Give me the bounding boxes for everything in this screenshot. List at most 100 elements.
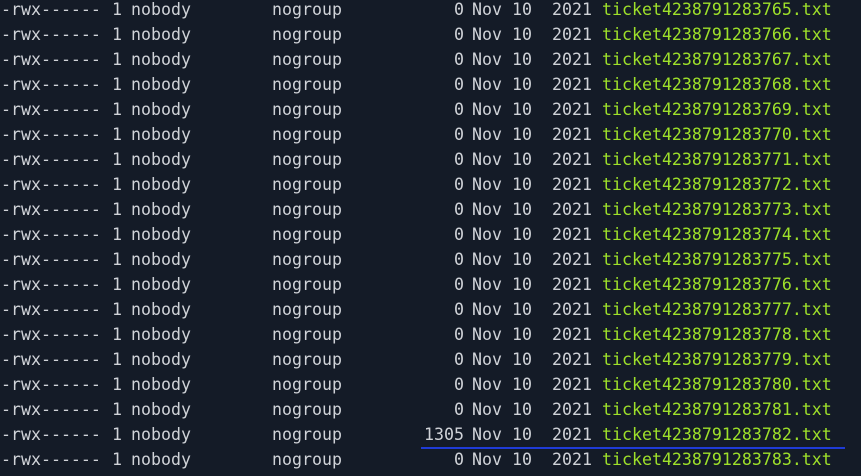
day: 10	[512, 75, 532, 94]
link-count: 1	[112, 100, 122, 119]
file-name: ticket4238791283783.txt	[602, 450, 832, 469]
file-size: 0	[454, 275, 464, 294]
owner: nobody	[131, 425, 191, 444]
day: 10	[512, 125, 532, 144]
month: Nov	[472, 350, 502, 369]
file-size: 0	[454, 25, 464, 44]
listing-row: -rwx------ 1 nobody nogroup 0 Nov 10 202…	[0, 122, 861, 147]
year: 2021	[552, 150, 592, 169]
owner: nobody	[131, 175, 191, 194]
day: 10	[512, 325, 532, 344]
year: 2021	[552, 375, 592, 394]
permissions: -rwx------	[1, 400, 101, 419]
year: 2021	[552, 400, 592, 419]
day: 10	[512, 450, 532, 469]
group: nogroup	[272, 50, 342, 69]
listing-row: -rwx------ 1 nobody nogroup 0 Nov 10 202…	[0, 447, 861, 472]
listing-row: -rwx------ 1 nobody nogroup 0 Nov 10 202…	[0, 72, 861, 97]
day: 10	[512, 25, 532, 44]
month: Nov	[472, 200, 502, 219]
file-size: 0	[454, 300, 464, 319]
day: 10	[512, 400, 532, 419]
link-count: 1	[112, 400, 122, 419]
month: Nov	[472, 275, 502, 294]
file-size: 0	[454, 375, 464, 394]
permissions: -rwx------	[1, 275, 101, 294]
file-size: 0	[454, 75, 464, 94]
file-name: ticket4238791283767.txt	[602, 50, 832, 69]
year: 2021	[552, 350, 592, 369]
file-size: 0	[454, 325, 464, 344]
month: Nov	[472, 125, 502, 144]
link-count: 1	[112, 450, 122, 469]
file-name: ticket4238791283781.txt	[602, 400, 832, 419]
year: 2021	[552, 450, 592, 469]
group: nogroup	[272, 150, 342, 169]
owner: nobody	[131, 325, 191, 344]
file-name: ticket4238791283780.txt	[602, 375, 832, 394]
month: Nov	[472, 450, 502, 469]
listing-row: -rwx------ 1 nobody nogroup 0 Nov 10 202…	[0, 297, 861, 322]
file-name: ticket4238791283774.txt	[602, 225, 832, 244]
file-size: 0	[454, 225, 464, 244]
month: Nov	[472, 325, 502, 344]
day: 10	[512, 225, 532, 244]
link-count: 1	[112, 150, 122, 169]
owner: nobody	[131, 250, 191, 269]
month: Nov	[472, 250, 502, 269]
file-size: 0	[454, 50, 464, 69]
link-count: 1	[112, 375, 122, 394]
group: nogroup	[272, 200, 342, 219]
group: nogroup	[272, 100, 342, 119]
permissions: -rwx------	[1, 450, 101, 469]
listing-row: -rwx------ 1 nobody nogroup 0 Nov 10 202…	[0, 197, 861, 222]
owner: nobody	[131, 200, 191, 219]
listing-row-highlighted: -rwx------ 1 nobody nogroup 1305 Nov 10 …	[0, 422, 861, 447]
listing-row: -rwx------ 1 nobody nogroup 0 Nov 10 202…	[0, 372, 861, 397]
year: 2021	[552, 125, 592, 144]
day: 10	[512, 50, 532, 69]
group: nogroup	[272, 125, 342, 144]
owner: nobody	[131, 0, 191, 19]
year: 2021	[552, 75, 592, 94]
owner: nobody	[131, 275, 191, 294]
listing-row: -rwx------ 1 nobody nogroup 0 Nov 10 202…	[0, 272, 861, 297]
owner: nobody	[131, 75, 191, 94]
file-name: ticket4238791283777.txt	[602, 300, 832, 319]
year: 2021	[552, 300, 592, 319]
group: nogroup	[272, 75, 342, 94]
owner: nobody	[131, 400, 191, 419]
listing-row: -rwx------ 1 nobody nogroup 0 Nov 10 202…	[0, 397, 861, 422]
year: 2021	[552, 250, 592, 269]
owner: nobody	[131, 375, 191, 394]
month: Nov	[472, 50, 502, 69]
permissions: -rwx------	[1, 225, 101, 244]
file-name: ticket4238791283766.txt	[602, 25, 832, 44]
file-name: ticket4238791283770.txt	[602, 125, 832, 144]
group: nogroup	[272, 425, 342, 444]
owner: nobody	[131, 150, 191, 169]
group: nogroup	[272, 350, 342, 369]
link-count: 1	[112, 425, 122, 444]
file-size: 0	[454, 125, 464, 144]
permissions: -rwx------	[1, 375, 101, 394]
day: 10	[512, 350, 532, 369]
year: 2021	[552, 225, 592, 244]
group: nogroup	[272, 225, 342, 244]
file-name: ticket4238791283776.txt	[602, 275, 832, 294]
day: 10	[512, 100, 532, 119]
owner: nobody	[131, 100, 191, 119]
year: 2021	[552, 100, 592, 119]
file-size: 0	[454, 250, 464, 269]
day: 10	[512, 275, 532, 294]
group: nogroup	[272, 0, 342, 19]
terminal-window[interactable]: -rwx------ 1 nobody nogroup 0 Nov 10 202…	[0, 0, 861, 476]
year: 2021	[552, 0, 592, 19]
year: 2021	[552, 50, 592, 69]
permissions: -rwx------	[1, 75, 101, 94]
file-name: ticket4238791283772.txt	[602, 175, 832, 194]
link-count: 1	[112, 75, 122, 94]
file-name: ticket4238791283779.txt	[602, 350, 832, 369]
month: Nov	[472, 300, 502, 319]
group: nogroup	[272, 400, 342, 419]
